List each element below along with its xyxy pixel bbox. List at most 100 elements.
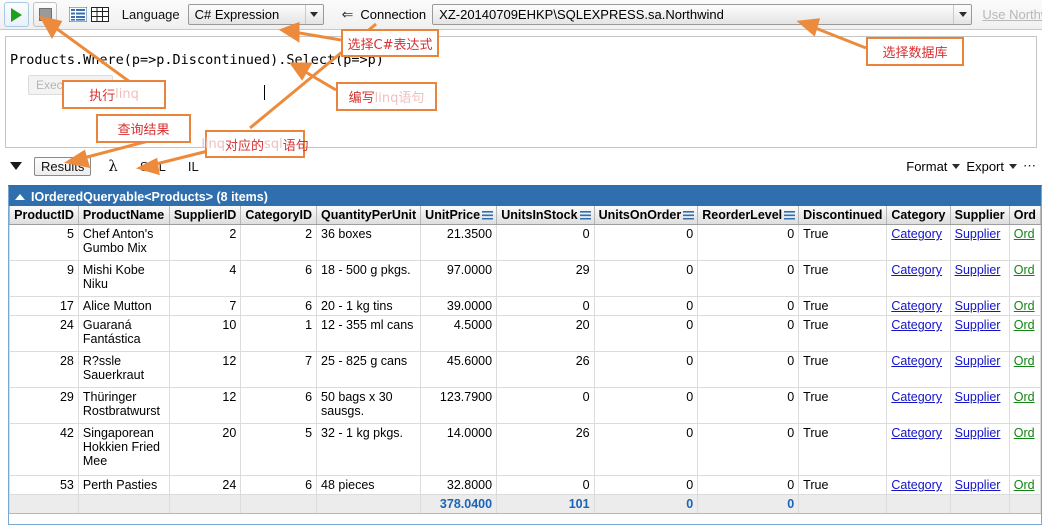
category-link[interactable]: Category bbox=[891, 263, 942, 277]
column-header-discontinued[interactable]: Discontinued bbox=[798, 206, 888, 225]
cell-link-category[interactable]: Category bbox=[886, 387, 951, 424]
column-header-reorderlevel[interactable]: ReorderLevel bbox=[697, 206, 800, 225]
cell-link-supplier[interactable]: Supplier bbox=[950, 260, 1010, 297]
cell-link-ord[interactable]: Ord bbox=[1009, 296, 1041, 316]
table-row[interactable]: 29 Thüringer Rostbratwurst 12 6 50 bags x 30… bbox=[9, 387, 1041, 424]
cell-link-ord[interactable]: Ord bbox=[1009, 475, 1041, 495]
cell-link-supplier[interactable]: Supplier bbox=[950, 387, 1010, 424]
grid-view-button[interactable] bbox=[90, 4, 110, 25]
cell-link-category[interactable]: Category bbox=[886, 296, 951, 316]
supplier-link[interactable]: Supplier bbox=[955, 318, 1001, 332]
query-code-text[interactable]: Products.Where(p=>p.Discontinued).Select… bbox=[10, 52, 384, 68]
export-menu[interactable]: Export bbox=[966, 159, 1017, 174]
cell-link-supplier[interactable]: Supplier bbox=[950, 423, 1010, 476]
cell-link-ord[interactable]: Ord bbox=[1009, 351, 1041, 388]
cell-link-supplier[interactable]: Supplier bbox=[950, 315, 1010, 352]
table-row[interactable]: 5 Chef Anton's Gumbo Mix 2 2 36 boxes 21.3500… bbox=[9, 224, 1041, 261]
cell-link-category[interactable]: Category bbox=[886, 315, 951, 352]
cell-link-supplier[interactable]: Supplier bbox=[950, 224, 1010, 261]
column-header-label: SupplierID bbox=[173, 208, 237, 222]
cell-link-ord[interactable]: Ord bbox=[1009, 423, 1041, 476]
supplier-link[interactable]: Supplier bbox=[955, 227, 1001, 241]
ord-link[interactable]: Ord bbox=[1014, 299, 1035, 313]
grid-title-bar[interactable]: IOrderedQueryable<Products> (8 items) bbox=[9, 187, 1041, 206]
table-row[interactable]: 42 Singaporean Hokkien Fried Mee 20 5 32 - 1… bbox=[9, 423, 1041, 476]
ord-link[interactable]: Ord bbox=[1014, 318, 1035, 332]
supplier-link[interactable]: Supplier bbox=[955, 390, 1001, 404]
triangle-down-icon[interactable] bbox=[10, 162, 22, 170]
column-header-categoryid[interactable]: CategoryID bbox=[240, 206, 318, 225]
connection-select[interactable]: XZ-20140709EHKP\SQLEXPRESS.sa.Northwind bbox=[432, 4, 973, 25]
cell-link-supplier[interactable]: Supplier bbox=[950, 475, 1010, 495]
supplier-link[interactable]: Supplier bbox=[955, 263, 1001, 277]
ord-link[interactable]: Ord bbox=[1014, 263, 1035, 277]
annotation-text: 选择C#表达式 bbox=[347, 37, 433, 53]
category-link[interactable]: Category bbox=[891, 426, 942, 440]
category-link[interactable]: Category bbox=[891, 299, 942, 313]
column-header-unitprice[interactable]: UnitPrice bbox=[420, 206, 498, 225]
table-row[interactable]: 53 Perth Pasties 24 6 48 pieces 32.8000 0 0 0 Tru… bbox=[9, 475, 1041, 495]
cell-link-category[interactable]: Category bbox=[886, 351, 951, 388]
ord-link[interactable]: Ord bbox=[1014, 478, 1035, 492]
cell-link-ord[interactable]: Ord bbox=[1009, 387, 1041, 424]
ord-link[interactable]: Ord bbox=[1014, 227, 1035, 241]
table-row[interactable]: 28 R?ssle Sauerkraut 12 7 25 - 825 g cans 45.… bbox=[9, 351, 1041, 388]
cell-link-category[interactable]: Category bbox=[886, 475, 951, 495]
column-header-unitsinstock[interactable]: UnitsInStock bbox=[496, 206, 595, 225]
cell-productid: 17 bbox=[9, 296, 79, 316]
column-header-productid[interactable]: ProductID bbox=[9, 206, 79, 225]
cell-link-category[interactable]: Category bbox=[886, 224, 951, 261]
cell-categoryid: 6 bbox=[240, 387, 318, 424]
cell-link-category[interactable]: Category bbox=[886, 423, 951, 476]
chevron-down-icon[interactable] bbox=[304, 5, 323, 24]
tab-sql[interactable]: SQL bbox=[135, 157, 171, 176]
column-menu-icon[interactable] bbox=[784, 211, 796, 220]
column-menu-icon[interactable] bbox=[683, 211, 695, 220]
category-link[interactable]: Category bbox=[891, 478, 942, 492]
cell-link-category[interactable]: Category bbox=[886, 260, 951, 297]
cell-link-ord[interactable]: Ord bbox=[1009, 315, 1041, 352]
ord-link[interactable]: Ord bbox=[1014, 354, 1035, 368]
use-northwind-link[interactable]: Use Northwi bbox=[982, 7, 1042, 22]
category-link[interactable]: Category bbox=[891, 390, 942, 404]
column-header-supplier[interactable]: Supplier bbox=[950, 206, 1010, 225]
category-link[interactable]: Category bbox=[891, 227, 942, 241]
language-select[interactable]: C# Expression bbox=[187, 4, 324, 25]
chevron-down-icon[interactable] bbox=[953, 5, 971, 24]
tab-results[interactable]: Results bbox=[34, 156, 92, 176]
format-menu[interactable]: Format bbox=[906, 159, 961, 174]
overflow-menu[interactable]: ⋯ bbox=[1023, 158, 1036, 174]
cell-link-ord[interactable]: Ord bbox=[1009, 224, 1041, 261]
tab-il[interactable]: IL bbox=[183, 157, 204, 176]
play-icon bbox=[10, 7, 22, 22]
cell-link-supplier[interactable]: Supplier bbox=[950, 351, 1010, 388]
column-header-quantityperunit[interactable]: QuantityPerUnit bbox=[316, 206, 422, 225]
run-button[interactable] bbox=[4, 2, 29, 27]
supplier-link[interactable]: Supplier bbox=[955, 426, 1001, 440]
list-view-button[interactable] bbox=[68, 4, 87, 25]
table-row[interactable]: 9 Mishi Kobe Niku 4 6 18 - 500 g pkgs. 97.000… bbox=[9, 260, 1041, 297]
tab-lambda[interactable]: λ bbox=[103, 155, 123, 177]
table-row[interactable]: 17 Alice Mutton 7 6 20 - 1 kg tins 39.0000 0 0 0… bbox=[9, 296, 1041, 316]
category-link[interactable]: Category bbox=[891, 354, 942, 368]
cell-unitsonorder: 0 bbox=[594, 387, 699, 424]
cell-link-supplier[interactable]: Supplier bbox=[950, 296, 1010, 316]
column-header-ord[interactable]: Ord bbox=[1009, 206, 1041, 225]
ord-link[interactable]: Ord bbox=[1014, 390, 1035, 404]
column-header-category[interactable]: Category bbox=[886, 206, 951, 225]
column-header-unitsonorder[interactable]: UnitsOnOrder bbox=[594, 206, 699, 225]
column-menu-icon[interactable] bbox=[579, 211, 591, 220]
column-header-supplierid[interactable]: SupplierID bbox=[169, 206, 242, 225]
column-header-label: Ord bbox=[1013, 208, 1036, 222]
supplier-link[interactable]: Supplier bbox=[955, 354, 1001, 368]
stop-button[interactable] bbox=[32, 2, 58, 27]
totals-cell-ord bbox=[1009, 494, 1041, 514]
column-header-productname[interactable]: ProductName bbox=[78, 206, 170, 225]
ord-link[interactable]: Ord bbox=[1014, 426, 1035, 440]
supplier-link[interactable]: Supplier bbox=[955, 299, 1001, 313]
cell-link-ord[interactable]: Ord bbox=[1009, 260, 1041, 297]
column-menu-icon[interactable] bbox=[482, 211, 494, 220]
category-link[interactable]: Category bbox=[891, 318, 942, 332]
supplier-link[interactable]: Supplier bbox=[955, 478, 1001, 492]
table-row[interactable]: 24 Guaraná Fantástica 10 1 12 - 355 ml cans 4… bbox=[9, 315, 1041, 352]
